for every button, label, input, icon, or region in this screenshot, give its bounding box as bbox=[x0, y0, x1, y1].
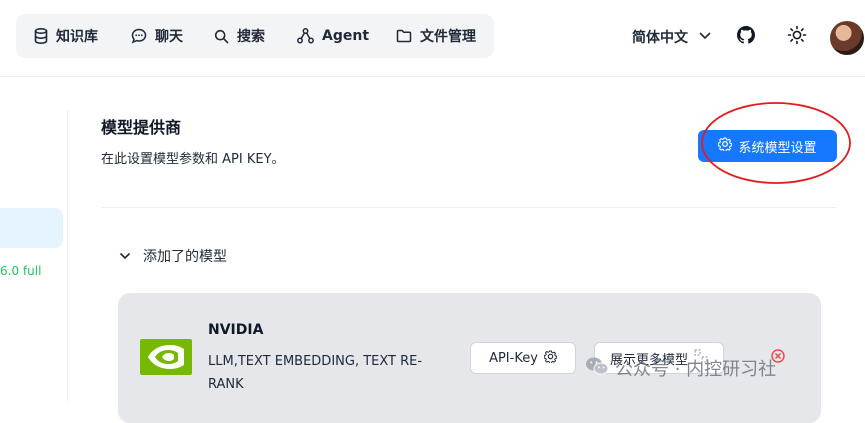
added-models-label: 添加了的模型 bbox=[143, 249, 227, 265]
github-icon bbox=[737, 26, 755, 48]
language-selector[interactable]: 简体中文 bbox=[632, 27, 712, 47]
provider-name: NVIDIA bbox=[208, 322, 264, 338]
nav-item-agent[interactable]: Agent bbox=[297, 14, 369, 58]
nav-item-chat[interactable]: 聊天 bbox=[131, 14, 183, 58]
chevron-down-icon bbox=[698, 29, 712, 45]
api-key-button[interactable]: API-Key bbox=[470, 342, 576, 374]
sidebar-item-active[interactable] bbox=[0, 208, 63, 248]
gear-icon bbox=[543, 349, 558, 367]
sun-icon bbox=[787, 25, 807, 49]
nav-item-label: 文件管理 bbox=[420, 29, 476, 45]
nav-item-label: Agent bbox=[322, 28, 370, 44]
gear-icon bbox=[718, 137, 733, 155]
page-title: 模型提供商 bbox=[101, 118, 182, 137]
watermark: 公众号 · 内控研习社 bbox=[585, 355, 776, 381]
database-icon bbox=[34, 28, 48, 44]
button-label: 系统模型设置 bbox=[738, 140, 817, 156]
language-label: 简体中文 bbox=[632, 30, 688, 46]
wechat-icon bbox=[585, 356, 609, 381]
nav-item-label: 聊天 bbox=[155, 29, 183, 45]
provider-model-types: LLM,TEXT EMBEDDING, TEXT RE- RANK bbox=[208, 350, 458, 396]
model-types-line-2: RANK bbox=[208, 377, 244, 392]
button-label: API-Key bbox=[489, 350, 538, 366]
agent-graph-icon bbox=[297, 28, 314, 44]
github-button[interactable] bbox=[731, 22, 761, 52]
search-icon bbox=[214, 29, 229, 44]
section-divider bbox=[101, 207, 837, 208]
nav-item-search[interactable]: 搜索 bbox=[214, 14, 265, 58]
folder-icon bbox=[396, 29, 412, 43]
avatar[interactable] bbox=[830, 21, 864, 55]
nav-item-label: 知识库 bbox=[56, 29, 98, 45]
nav-item-file-management[interactable]: 文件管理 bbox=[396, 14, 476, 58]
watermark-text: 公众号 · 内控研习社 bbox=[615, 359, 777, 380]
chevron-down-icon bbox=[119, 248, 131, 264]
chat-bubble-icon bbox=[131, 28, 147, 44]
version-label: 6.0 full bbox=[0, 264, 42, 278]
added-models-toggle[interactable]: 添加了的模型 bbox=[119, 246, 227, 266]
nvidia-logo-icon bbox=[140, 339, 192, 375]
top-navigation-bar: 知识库 聊天 搜索 Agent 文件管理 简体中文 bbox=[0, 0, 865, 77]
theme-toggle-button[interactable] bbox=[782, 22, 812, 52]
system-model-settings-button[interactable]: 系统模型设置 bbox=[698, 130, 837, 162]
main-nav: 知识库 聊天 搜索 Agent 文件管理 bbox=[16, 14, 494, 58]
model-types-line-1: LLM,TEXT EMBEDDING, TEXT RE- bbox=[208, 354, 423, 369]
nav-item-knowledge-base[interactable]: 知识库 bbox=[34, 14, 98, 58]
sidebar-divider bbox=[67, 110, 68, 401]
nav-item-label: 搜索 bbox=[237, 29, 265, 45]
page-subtitle: 在此设置模型参数和 API KEY。 bbox=[101, 152, 285, 167]
